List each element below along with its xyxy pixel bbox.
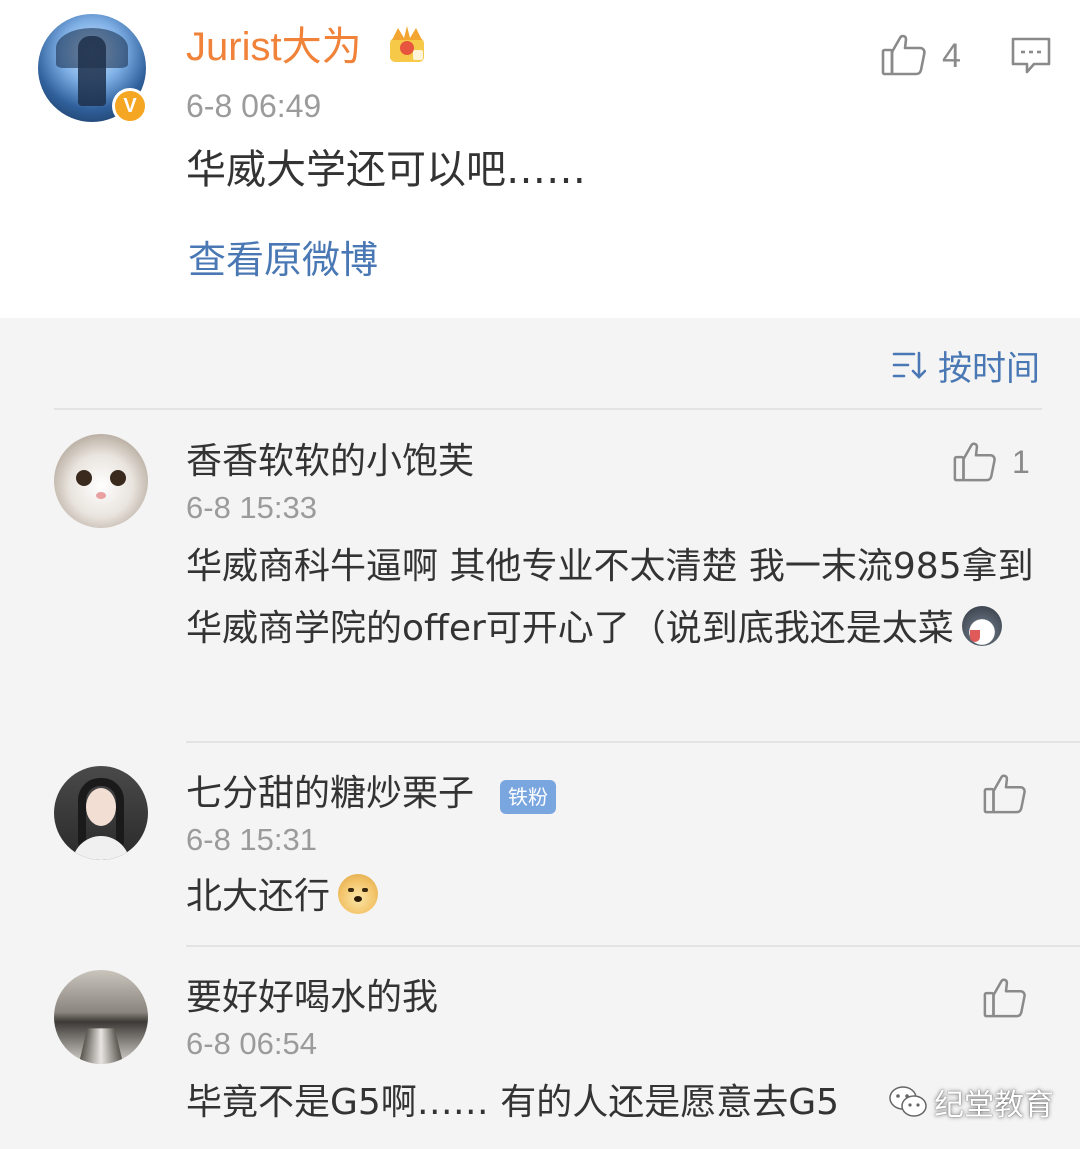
comment-text-body: 北大还行: [186, 876, 331, 917]
comment-timestamp: 6-8 06:54: [186, 1026, 317, 1061]
avatar-art-figure: [78, 36, 106, 106]
comment-icon[interactable]: [1010, 36, 1052, 76]
comment-like-count: 1: [1012, 444, 1030, 480]
commenter-avatar[interactable]: [54, 970, 148, 1064]
husky-emoji: [961, 606, 1002, 646]
doge-eye-left: [348, 888, 355, 892]
doge-eye-right: [362, 888, 369, 892]
view-original-post-link[interactable]: 查看原微博: [188, 234, 378, 286]
post-timestamp: 6-8 06:49: [186, 88, 322, 124]
iron-fan-badge: 铁粉: [500, 780, 556, 814]
comment-text-body: 华威商科牛逼啊 其他专业不太清楚 我一末流985拿到华威商学院的offer可开心…: [186, 546, 1034, 649]
cat-eye-right: [110, 470, 126, 486]
doge-nose: [354, 896, 363, 902]
commenter-name[interactable]: 香香软软的小饱芙: [186, 438, 474, 486]
comment-timestamp: 6-8 15:33: [186, 490, 317, 525]
commenter-avatar[interactable]: [54, 766, 148, 860]
thumbs-up-icon[interactable]: [880, 30, 928, 78]
comment-text: 华威商科牛逼啊 其他专业不太清楚 我一末流985拿到华威商学院的offer可开心…: [186, 536, 1046, 660]
post-text: 华威大学还可以吧……: [186, 147, 586, 193]
post-like-count: 4: [942, 37, 961, 75]
comment-divider: [186, 741, 1080, 743]
sort-by-time-button[interactable]: 按时间: [892, 340, 1040, 390]
comments-top-divider: [54, 408, 1042, 410]
crown-icon: [390, 26, 424, 62]
comment-text: 毕竟不是G5啊…… 有的人还是愿意去G5: [186, 1082, 840, 1123]
doge-emoji: [338, 874, 379, 914]
thumbs-up-icon[interactable]: [952, 438, 998, 484]
wechat-icon: [889, 1086, 927, 1117]
comment-divider: [186, 945, 1080, 947]
thumbs-up-icon[interactable]: [982, 974, 1028, 1020]
post-author-name[interactable]: Jurist大为: [186, 22, 362, 72]
commenter-avatar[interactable]: [54, 434, 148, 528]
thumbs-up-icon[interactable]: [982, 770, 1028, 816]
sort-icon: [892, 351, 926, 379]
commenter-name[interactable]: 要好好喝水的我: [186, 974, 438, 1022]
avatar-track: [78, 1028, 124, 1064]
cat-nose: [96, 492, 106, 499]
commenter-name[interactable]: 七分甜的糖炒栗子: [186, 770, 474, 818]
sort-label: 按时间: [938, 348, 1040, 389]
comment-timestamp: 6-8 15:31: [186, 822, 317, 857]
original-post-card: V Jurist大为 6-8 06:49 华威大学还可以吧…… 查看原微博 4: [0, 0, 1080, 318]
husky-tongue: [969, 630, 980, 642]
watermark-text: 纪堂教育: [934, 1088, 1054, 1123]
verified-badge: V: [112, 88, 148, 124]
cat-eye-left: [76, 470, 92, 486]
comment-text: 北大还行: [186, 866, 1046, 928]
watermark: 纪堂教育: [888, 1080, 1054, 1124]
